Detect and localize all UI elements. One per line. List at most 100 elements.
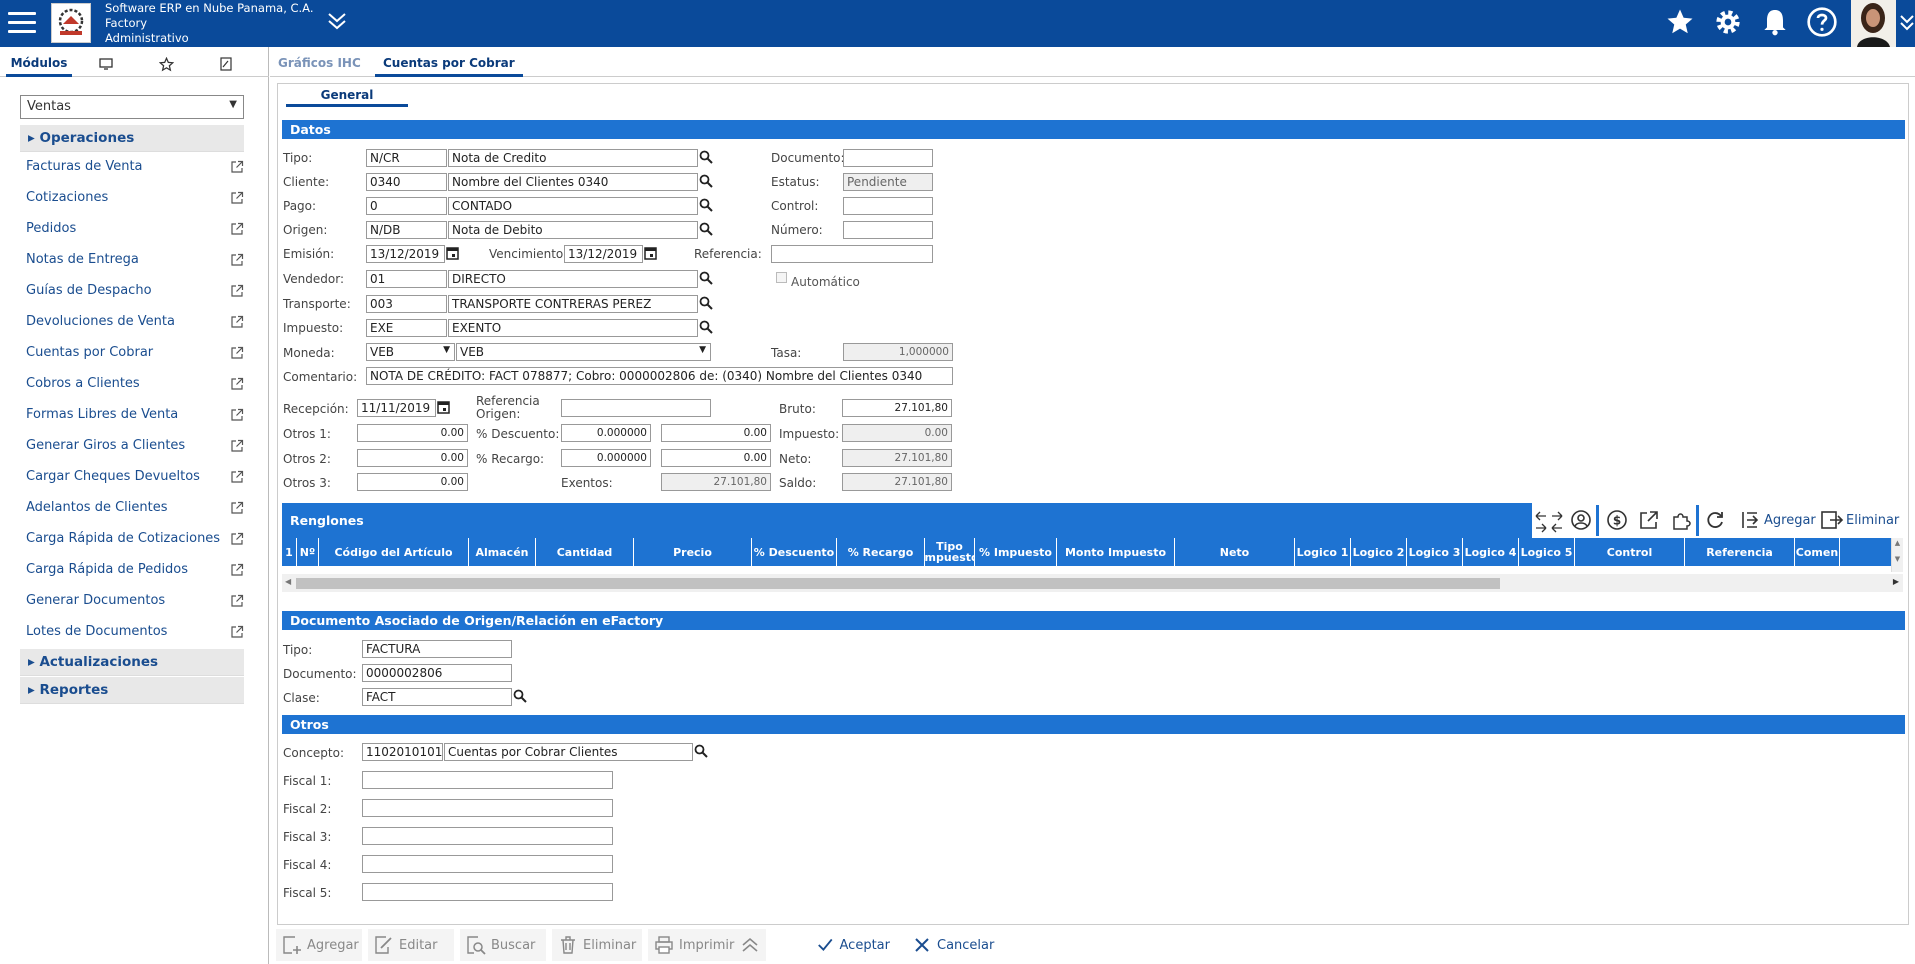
grid-vertical-scrollbar[interactable]: ▲ ▼ <box>1891 538 1903 572</box>
otros3-input[interactable]: 0.00 <box>357 473 468 491</box>
search-icon[interactable] <box>699 222 713 239</box>
pago-desc-input[interactable]: CONTADO <box>448 197 698 215</box>
automatico-checkbox[interactable] <box>776 272 787 283</box>
origen-desc-input[interactable]: Nota de Debito <box>448 221 698 239</box>
tab-graficos-ihc[interactable]: Gráficos IHC <box>270 49 369 77</box>
moneda-desc-select[interactable]: VEB ▼ <box>456 343 711 361</box>
search-icon[interactable] <box>699 174 713 191</box>
grid-column-header[interactable]: Precio <box>634 538 752 566</box>
buscar-button[interactable]: Buscar <box>460 929 546 961</box>
sidebar-item[interactable]: Generar Giros a Clientes <box>26 438 244 458</box>
grid-scroll-thumb[interactable] <box>296 578 1500 589</box>
star-icon[interactable] <box>150 51 182 77</box>
sidebar-item[interactable]: Carga Rápida de Cotizaciones <box>26 531 244 551</box>
descuento-val-input[interactable]: 0.00 <box>661 424 771 442</box>
recargo-val-input[interactable]: 0.00 <box>661 449 771 467</box>
grid-column-header[interactable]: Nº <box>297 538 319 566</box>
grid-column-header[interactable]: Logico 2 <box>1351 538 1407 566</box>
sidebar-item[interactable]: Notas de Entrega <box>26 252 244 272</box>
fiscal3-input[interactable] <box>362 827 613 845</box>
external-link-icon[interactable] <box>230 563 244 581</box>
vencimiento-date-input[interactable]: 13/12/2019 <box>564 245 643 263</box>
grid-column-header[interactable]: Logico 4 <box>1463 538 1519 566</box>
tab-general[interactable]: General <box>286 84 408 107</box>
imprimir-button[interactable]: Imprimir <box>648 929 736 961</box>
add-row-icon[interactable] <box>1740 509 1760 534</box>
numero-input[interactable] <box>843 221 933 239</box>
grid-column-header[interactable]: Almacén <box>469 538 536 566</box>
external-link-icon[interactable] <box>230 501 244 519</box>
calendar-icon[interactable] <box>437 400 450 417</box>
avatar[interactable] <box>1851 0 1896 47</box>
fiscal4-input[interactable] <box>362 855 613 873</box>
calendar-icon[interactable] <box>644 246 657 263</box>
transporte-desc-input[interactable]: TRANSPORTE CONTRERAS PEREZ <box>448 295 698 313</box>
sidebar-item[interactable]: Adelantos de Clientes <box>26 500 244 520</box>
puzzle-icon[interactable] <box>1670 509 1692 534</box>
search-icon[interactable] <box>699 150 713 167</box>
external-link-icon[interactable] <box>1638 509 1660 534</box>
chevrons-down-icon[interactable] <box>326 10 348 35</box>
external-link-icon[interactable] <box>230 253 244 271</box>
menu-icon[interactable] <box>6 6 38 38</box>
fiscal2-input[interactable] <box>362 799 613 817</box>
sidebar-item[interactable]: Carga Rápida de Pedidos <box>26 562 244 582</box>
scroll-up-icon[interactable]: ▲ <box>1892 538 1903 548</box>
saldo-input[interactable]: 27.101,80 <box>842 473 952 491</box>
search-icon[interactable] <box>699 271 713 288</box>
sidebar-item[interactable]: Generar Documentos <box>26 593 244 613</box>
fiscal1-input[interactable] <box>362 771 613 789</box>
sidebar-item[interactable]: Facturas de Venta <box>26 159 244 179</box>
star-icon[interactable] <box>1665 6 1695 41</box>
recargo-pct-input[interactable]: 0.000000 <box>561 449 651 467</box>
help-icon[interactable] <box>1806 6 1838 41</box>
refresh-icon[interactable] <box>1704 509 1726 534</box>
sidebar-item[interactable]: Cotizaciones <box>26 190 244 210</box>
bruto-input[interactable]: 27.101,80 <box>842 399 952 417</box>
vendedor-code-input[interactable]: 01 <box>366 270 447 288</box>
section-actualizaciones[interactable]: ▸ Actualizaciones <box>20 649 244 676</box>
doc-tipo-input[interactable]: FACTURA <box>362 640 512 658</box>
remove-row-icon[interactable] <box>1820 509 1844 534</box>
cliente-desc-input[interactable]: Nombre del Clientes 0340 <box>448 173 698 191</box>
impuesto-desc-input[interactable]: EXENTO <box>448 319 698 337</box>
search-icon[interactable] <box>699 198 713 215</box>
cliente-code-input[interactable]: 0340 <box>366 173 447 191</box>
section-reportes[interactable]: ▸ Reportes <box>20 677 244 704</box>
aceptar-button[interactable]: Aceptar <box>810 929 890 961</box>
sidebar-item[interactable]: Devoluciones de Venta <box>26 314 244 334</box>
external-link-icon[interactable] <box>230 377 244 395</box>
grid-column-header[interactable]: Código del Artículo <box>319 538 469 566</box>
grid-column-header[interactable]: Logico 5 <box>1519 538 1575 566</box>
grid-column-header[interactable]: Logico 1 <box>1295 538 1351 566</box>
documento-input[interactable] <box>843 149 933 167</box>
otros2-input[interactable]: 0.00 <box>357 449 468 467</box>
external-link-icon[interactable] <box>230 439 244 457</box>
grid-column-header[interactable]: % Impuesto <box>975 538 1057 566</box>
grid-column-header[interactable]: Neto <box>1175 538 1295 566</box>
origen-code-input[interactable]: N/DB <box>366 221 447 239</box>
tipo-code-input[interactable]: N/CR <box>366 149 447 167</box>
cancelar-button[interactable]: Cancelar <box>906 929 996 961</box>
editar-button[interactable]: Editar <box>368 929 454 961</box>
scroll-right-icon[interactable]: ▶ <box>1893 577 1899 586</box>
grid-column-header[interactable]: Control <box>1575 538 1685 566</box>
referencia-input[interactable] <box>771 245 933 263</box>
vendedor-desc-input[interactable]: DIRECTO <box>448 270 698 288</box>
section-operaciones[interactable]: ▸ Operaciones <box>20 125 244 152</box>
sidebar-item[interactable]: Cuentas por Cobrar <box>26 345 244 365</box>
external-link-icon[interactable] <box>230 470 244 488</box>
otros1-input[interactable]: 0.00 <box>357 424 468 442</box>
tipo-desc-input[interactable]: Nota de Credito <box>448 149 698 167</box>
concepto-code-input[interactable]: 1102010101 <box>362 743 443 761</box>
external-link-icon[interactable] <box>230 594 244 612</box>
external-link-icon[interactable] <box>230 160 244 178</box>
tab-cuentas-por-cobrar[interactable]: Cuentas por Cobrar <box>375 49 523 77</box>
external-link-icon[interactable] <box>230 315 244 333</box>
sidebar-item[interactable]: Guías de Despacho <box>26 283 244 303</box>
external-link-icon[interactable] <box>230 532 244 550</box>
chevrons-up-icon[interactable] <box>736 929 766 961</box>
grid-column-header[interactable]: Cantidad <box>536 538 634 566</box>
external-link-icon[interactable] <box>230 222 244 240</box>
grid-column-header[interactable]: 1 <box>282 538 297 566</box>
